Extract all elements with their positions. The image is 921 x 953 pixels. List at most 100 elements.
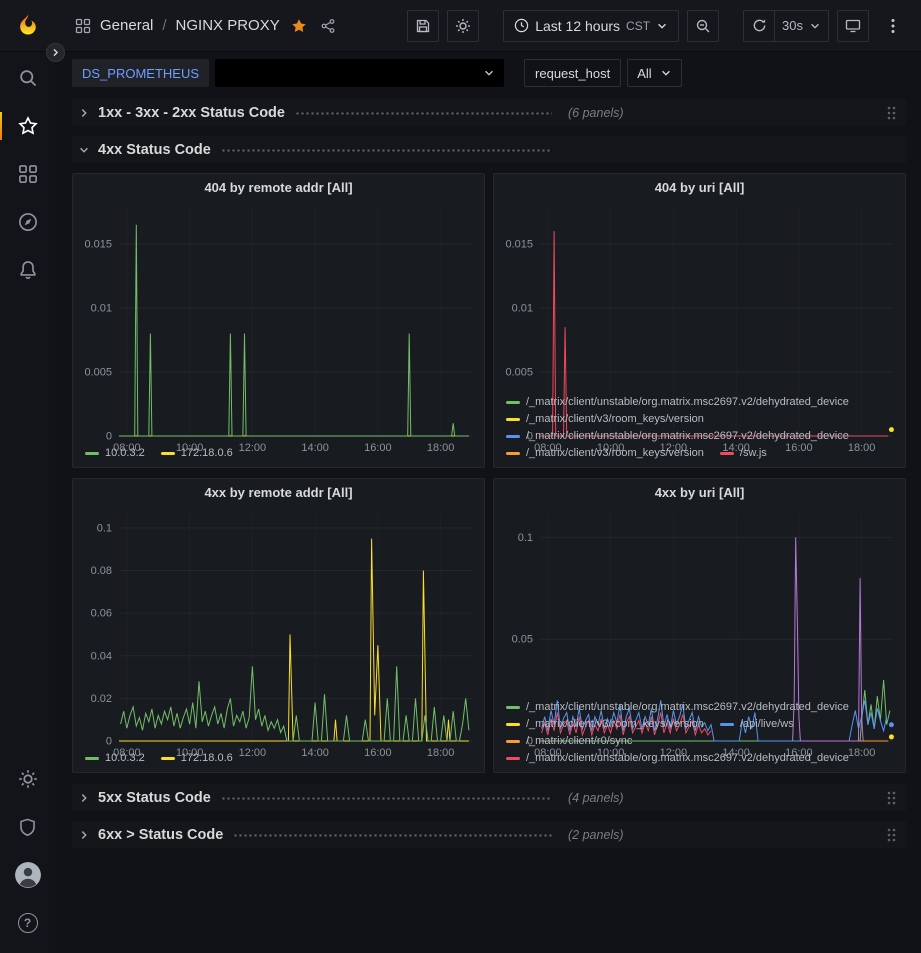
svg-text:0.04: 0.04 xyxy=(91,650,112,662)
panel-title[interactable]: 4xx by uri [All] xyxy=(494,479,905,505)
breadcrumb-section[interactable]: General xyxy=(100,17,153,34)
sidebar-expand-button[interactable] xyxy=(46,43,65,62)
datasource-variable-select[interactable] xyxy=(215,59,504,87)
tv-mode-button[interactable] xyxy=(837,10,869,42)
panel-title[interactable]: 404 by remote addr [All] xyxy=(73,174,484,200)
legend-swatch xyxy=(506,418,520,421)
svg-text:0.08: 0.08 xyxy=(91,565,112,577)
sidebar-item-alerting[interactable] xyxy=(0,250,55,290)
refresh-interval-value: 30s xyxy=(782,18,803,33)
chevron-down-icon xyxy=(483,67,495,79)
legend-item[interactable]: 172.18.0.6 xyxy=(161,447,233,459)
chevron-down-icon xyxy=(78,144,90,156)
favorite-star-icon[interactable] xyxy=(291,18,307,34)
magnifier-minus-icon xyxy=(695,18,711,34)
dashboard-content: DS_PROMETHEUS request_host All 1xx - 3xx… xyxy=(55,52,921,953)
time-series-chart[interactable]: 08:0010:0012:0014:0016:0018:0000.050.1 xyxy=(494,505,905,698)
sidebar-item-help[interactable]: ? xyxy=(0,903,55,943)
request-host-variable-select[interactable]: All xyxy=(627,59,681,87)
legend-label: /_matrix/client/v3/room_keys/version xyxy=(526,447,704,459)
svg-text:0.01: 0.01 xyxy=(512,302,533,314)
topbar: General / NGINX PROXY Last 12 hours CST xyxy=(0,0,921,52)
legend-label: /api/live/ws xyxy=(740,718,794,730)
sidebar-item-explore[interactable] xyxy=(0,202,55,242)
panel-4xx-by-uri: 4xx by uri [All] 08:0010:0012:0014:0016:… xyxy=(493,478,906,773)
dashboard-settings-button[interactable] xyxy=(447,10,479,42)
save-dashboard-button[interactable] xyxy=(407,10,439,42)
legend-swatch xyxy=(506,723,520,726)
legend-swatch xyxy=(161,452,175,455)
legend-item[interactable]: /_matrix/client/unstable/org.matrix.msc2… xyxy=(506,430,849,442)
dashboard-row-6xx[interactable]: 6xx > Status Code (2 panels) xyxy=(72,821,906,848)
refresh-interval-select[interactable]: 30s xyxy=(775,10,829,42)
panel-4xx-by-remote-addr: 4xx by remote addr [All] 08:0010:0012:00… xyxy=(72,478,485,773)
time-range-picker[interactable]: Last 12 hours CST xyxy=(503,10,679,42)
legend-label: /sw.js xyxy=(740,447,767,459)
svg-text:0.005: 0.005 xyxy=(84,366,112,378)
sidebar-item-profile[interactable] xyxy=(0,855,55,895)
sidebar-item-starred[interactable] xyxy=(0,106,55,146)
legend-item[interactable]: /_matrix/client/v3/room_keys/version xyxy=(506,718,704,730)
legend-swatch xyxy=(506,435,520,438)
refresh-button[interactable] xyxy=(743,10,775,42)
drag-handle-icon[interactable] xyxy=(886,827,896,843)
svg-text:0.015: 0.015 xyxy=(84,238,112,250)
legend-item[interactable]: /_matrix/client/r0/sync xyxy=(506,735,632,747)
legend: /_matrix/client/unstable/org.matrix.msc2… xyxy=(494,393,905,467)
time-series-chart[interactable]: 08:0010:0012:0014:0016:0018:0000.020.040… xyxy=(73,505,484,749)
time-series-chart[interactable]: 08:0010:0012:0014:0016:0018:0000.0050.01… xyxy=(73,200,484,444)
row-panel-count: (6 panels) xyxy=(568,106,624,120)
legend-item[interactable]: 10.0.3.2 xyxy=(85,752,145,764)
dashboard-row-5xx[interactable]: 5xx Status Code (4 panels) xyxy=(72,784,906,811)
dashboards-grid-icon xyxy=(18,164,38,184)
row-title: 4xx Status Code xyxy=(98,142,211,158)
drag-handle-icon[interactable] xyxy=(886,790,896,806)
grafana-logo[interactable] xyxy=(0,13,55,39)
star-icon xyxy=(18,116,38,136)
drag-handle-icon[interactable] xyxy=(886,105,896,121)
legend: 10.0.3.2 172.18.0.6 xyxy=(73,749,484,772)
legend-item[interactable]: /api/live/ws xyxy=(720,718,794,730)
sidebar: ? xyxy=(0,52,55,953)
time-series-chart[interactable]: 08:0010:0012:0014:0016:0018:0000.0050.01… xyxy=(494,200,905,393)
legend-item[interactable]: /_matrix/client/v3/room_keys/version xyxy=(506,413,704,425)
chevron-right-icon xyxy=(78,107,90,119)
svg-text:0.1: 0.1 xyxy=(97,522,112,534)
sidebar-item-configuration[interactable] xyxy=(0,759,55,799)
time-range-label: Last 12 hours xyxy=(535,18,620,34)
zoom-out-button[interactable] xyxy=(687,10,719,42)
legend-item[interactable]: 172.18.0.6 xyxy=(161,752,233,764)
legend-item[interactable]: /_matrix/client/unstable/org.matrix.msc2… xyxy=(506,701,849,713)
row-title: 1xx - 3xx - 2xx Status Code xyxy=(98,105,285,121)
row-dotted-leader xyxy=(233,834,552,837)
sidebar-item-dashboards[interactable] xyxy=(0,154,55,194)
panel-title[interactable]: 404 by uri [All] xyxy=(494,174,905,200)
legend-swatch xyxy=(506,401,520,404)
legend-swatch xyxy=(506,757,520,760)
dashboard-row-1xx-3xx-2xx[interactable]: 1xx - 3xx - 2xx Status Code (6 panels) xyxy=(72,99,906,126)
legend-item[interactable]: /_matrix/client/unstable/org.matrix.msc2… xyxy=(506,396,849,408)
row-title: 5xx Status Code xyxy=(98,790,211,806)
legend-item[interactable]: 10.0.3.2 xyxy=(85,447,145,459)
breadcrumb-dashboard-title[interactable]: NGINX PROXY xyxy=(176,17,280,34)
dashboard-row-4xx[interactable]: 4xx Status Code xyxy=(72,136,906,163)
legend-item[interactable]: /sw.js xyxy=(720,447,767,459)
kebab-menu-button[interactable] xyxy=(877,10,909,42)
request-host-variable-label: request_host xyxy=(524,59,621,87)
sidebar-item-search[interactable] xyxy=(0,58,55,98)
request-host-value: All xyxy=(637,66,651,81)
svg-text:0: 0 xyxy=(106,736,112,748)
svg-text:0.005: 0.005 xyxy=(505,366,533,378)
legend-item[interactable]: /_matrix/client/unstable/org.matrix.msc2… xyxy=(506,752,849,764)
breadcrumb-separator: / xyxy=(162,17,166,34)
share-icon[interactable] xyxy=(320,18,336,34)
legend-item[interactable]: /_matrix/client/v3/room_keys/version xyxy=(506,447,704,459)
legend-label: /_matrix/client/unstable/org.matrix.msc2… xyxy=(526,701,849,713)
save-icon xyxy=(415,18,431,34)
panel-title[interactable]: 4xx by remote addr [All] xyxy=(73,479,484,505)
sidebar-item-server-admin[interactable] xyxy=(0,807,55,847)
shield-icon xyxy=(18,818,37,837)
row-dotted-leader xyxy=(221,149,552,152)
refresh-group: 30s xyxy=(743,10,829,42)
row-dotted-leader xyxy=(221,797,552,800)
